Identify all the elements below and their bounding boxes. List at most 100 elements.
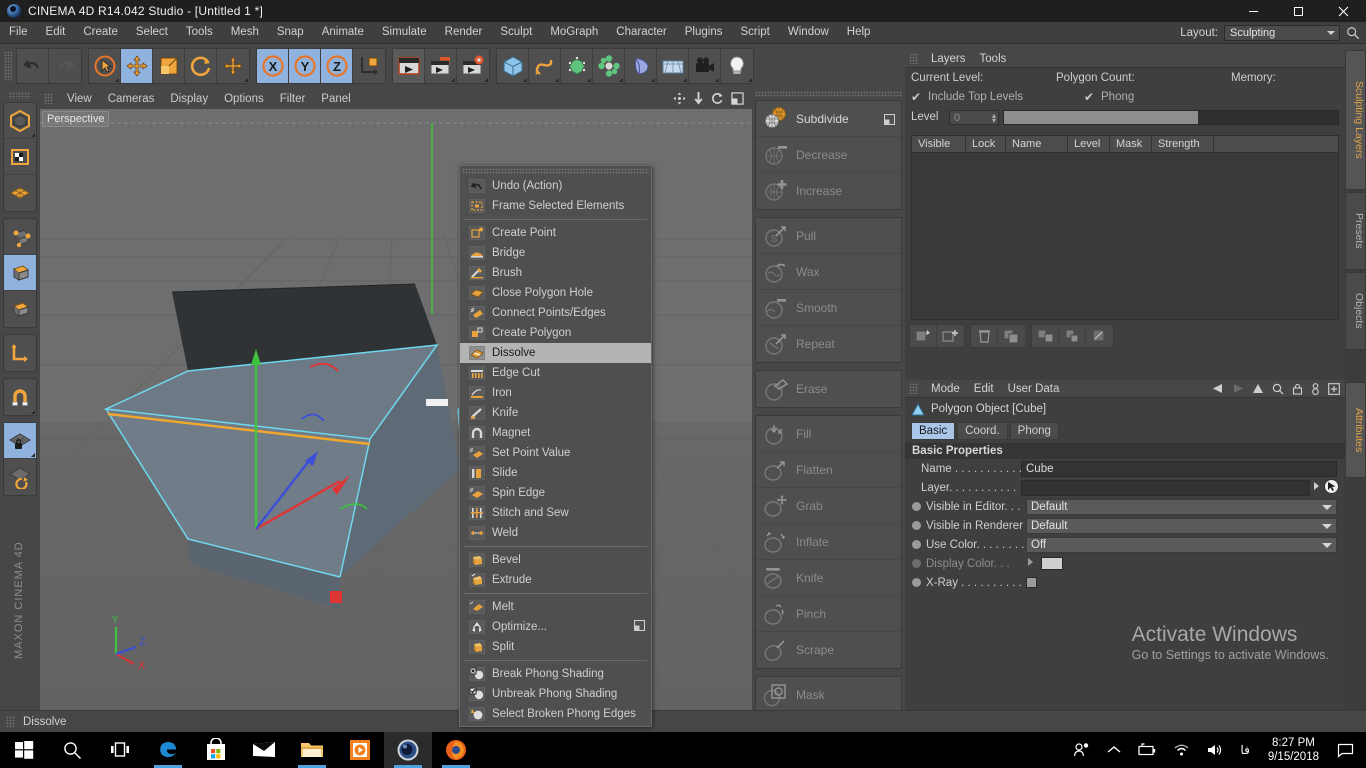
search-icon[interactable] (1272, 383, 1284, 395)
world-object-coordinates-button[interactable] (353, 49, 385, 83)
layers-menu-tools[interactable]: Tools (973, 53, 1014, 65)
duplicate-layer-button[interactable] (998, 325, 1025, 347)
menu-simulate[interactable]: Simulate (373, 22, 436, 43)
add-scene-object-button[interactable] (625, 49, 657, 83)
vtab-sculpting-layers[interactable]: Sculpting Layers (1345, 50, 1366, 190)
select-tool-button[interactable] (89, 49, 121, 83)
context-item-frame-selected-elements[interactable]: Frame Selected Elements (460, 196, 651, 216)
store-button[interactable] (192, 732, 240, 768)
sculpt-tool-increase[interactable]: Increase (756, 173, 901, 209)
context-item-split[interactable]: Split (460, 637, 651, 657)
add-light-button[interactable] (721, 49, 753, 83)
attributes-menu-user-data[interactable]: User Data (1001, 383, 1067, 395)
context-item-weld[interactable]: Weld (460, 523, 651, 543)
menu-script[interactable]: Script (731, 22, 778, 43)
menu-sculpt[interactable]: Sculpt (491, 22, 541, 43)
start-button[interactable] (0, 732, 48, 768)
phong-checkbox[interactable]: ✔ (1084, 91, 1095, 103)
attributes-menu-mode[interactable]: Mode (924, 383, 967, 395)
lock-y-axis-button[interactable]: Y (289, 49, 321, 83)
display-color-swatch[interactable] (1041, 557, 1063, 570)
layout-dropdown[interactable]: Sculpting (1224, 24, 1340, 41)
minimize-button[interactable] (1231, 0, 1276, 22)
menu-edit[interactable]: Edit (37, 22, 75, 43)
render-settings-button[interactable] (457, 49, 489, 83)
edge-button[interactable] (144, 732, 192, 768)
render-to-picture-viewer-button[interactable] (425, 49, 457, 83)
render-view-button[interactable] (393, 49, 425, 83)
rotate-view-icon[interactable] (711, 92, 724, 105)
context-item-stitch-and-sew[interactable]: Stitch and Sew (460, 503, 651, 523)
context-item-extrude[interactable]: Extrude (460, 570, 651, 590)
context-item-select-broken-phong-edges[interactable]: Select Broken Phong Edges (460, 704, 651, 724)
make-editable-button[interactable] (4, 103, 36, 139)
network-button[interactable] (1165, 732, 1198, 768)
add-cube-button[interactable] (497, 49, 529, 83)
context-item-brush[interactable]: Brush (460, 263, 651, 283)
show-hidden-icons-button[interactable] (1099, 732, 1129, 768)
context-item-create-polygon[interactable]: Create Polygon (460, 323, 651, 343)
x-ray-checkbox[interactable] (1026, 577, 1037, 588)
vtab-objects[interactable]: Objects (1345, 272, 1366, 350)
sculpt-tool-subdivide[interactable]: Subdivide (756, 101, 901, 137)
menu-animate[interactable]: Animate (313, 22, 373, 43)
generator-expand-corner[interactable] (587, 78, 591, 82)
close-button[interactable] (1321, 0, 1366, 22)
volume-button[interactable] (1198, 732, 1232, 768)
camera-expand-corner[interactable] (715, 78, 719, 82)
enable-axis-modification-button[interactable] (4, 335, 36, 371)
context-item-edge-cut[interactable]: Edge Cut (460, 363, 651, 383)
viewport-menu-display[interactable]: Display (162, 93, 216, 105)
tab-basic[interactable]: Basic (911, 422, 956, 440)
back-arrow-icon[interactable] (1212, 383, 1224, 394)
tab-coord[interactable]: Coord. (957, 422, 1008, 440)
add-layer-button[interactable] (910, 325, 937, 347)
context-item-optimize[interactable]: Optimize... (460, 617, 651, 637)
level-spinner-icon[interactable]: ▴ ▾ (992, 111, 996, 124)
lock-z-axis-button[interactable]: Z (321, 49, 353, 83)
tool-expand-corner[interactable] (115, 78, 119, 82)
sculpt-tool-fill[interactable]: Fill (756, 416, 901, 452)
undo-button[interactable] (17, 49, 49, 83)
maximize-viewport-icon[interactable] (731, 92, 744, 105)
layer-dropdown-arrow-icon[interactable] (1312, 480, 1321, 495)
x-ray-animation-dot[interactable] (912, 578, 921, 587)
context-menu-grip[interactable] (462, 168, 649, 174)
context-item-dissolve[interactable]: Dissolve (460, 343, 651, 363)
workplane-mode-button[interactable] (4, 459, 36, 495)
pin-icon[interactable] (1311, 382, 1320, 395)
sculpt-tool-pinch[interactable]: Pinch (756, 596, 901, 632)
menu-snap[interactable]: Snap (268, 22, 313, 43)
viewport-menu-filter[interactable]: Filter (272, 93, 314, 105)
merge-layers-button[interactable] (1032, 325, 1059, 347)
context-item-iron[interactable]: Iron (460, 383, 651, 403)
lock-x-axis-button[interactable]: X (257, 49, 289, 83)
cinema4d-button[interactable] (384, 732, 432, 768)
scene-expand-corner[interactable] (651, 78, 655, 82)
battery-button[interactable] (1129, 732, 1165, 768)
redo-button[interactable] (49, 49, 81, 83)
sculpt-tool-grab[interactable]: Grab (756, 488, 901, 524)
visible-editor-animation-dot[interactable] (912, 502, 921, 511)
add-attribute-icon[interactable] (1328, 382, 1340, 395)
search-button[interactable] (48, 732, 96, 768)
sculpt-tool-scrape[interactable]: Scrape (756, 632, 901, 668)
viewport-menu-cameras[interactable]: Cameras (100, 93, 163, 105)
menu-tools[interactable]: Tools (177, 22, 222, 43)
sculpt-tool-inflate[interactable]: Inflate (756, 524, 901, 560)
toolbar-grip[interactable] (4, 51, 12, 81)
context-item-bridge[interactable]: Bridge (460, 243, 651, 263)
name-input[interactable]: Cube (1021, 460, 1337, 477)
people-button[interactable] (1065, 732, 1099, 768)
render-expand-corner[interactable] (451, 78, 455, 82)
status-bar-grip[interactable] (6, 716, 15, 727)
context-item-connect-points-edges[interactable]: Connect Points/Edges (460, 303, 651, 323)
viewport-menu-options[interactable]: Options (216, 93, 272, 105)
zoom-dolly-icon[interactable] (693, 92, 704, 105)
sculpt-tool-wax[interactable]: Wax (756, 254, 901, 290)
context-item-spin-edge[interactable]: Spin Edge (460, 483, 651, 503)
spline-expand-corner[interactable] (555, 78, 559, 82)
menu-mograph[interactable]: MoGraph (541, 22, 607, 43)
tab-phong[interactable]: Phong (1009, 422, 1059, 440)
layers-menu-layers[interactable]: Layers (924, 53, 973, 65)
